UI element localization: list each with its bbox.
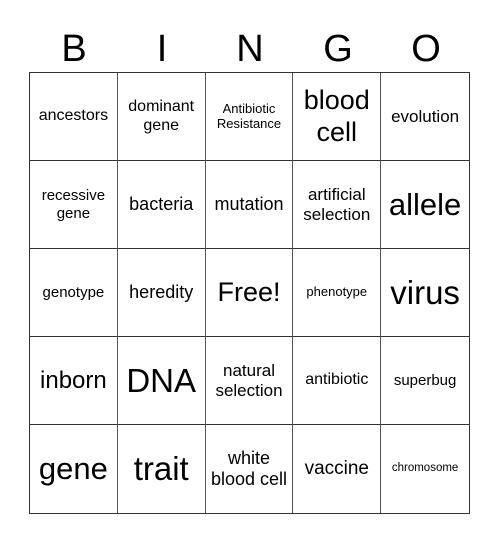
cell-text: heredity [129,282,194,303]
bingo-cell[interactable]: natural selection [205,337,294,425]
cell-text: vaccine [304,458,369,480]
header-letter-b: B [61,28,87,70]
bingo-cell[interactable]: gene [30,425,118,513]
cell-text: virus [390,273,460,311]
header-letter-o: O [411,28,441,70]
cell-text: Free! [217,276,281,307]
bingo-cell[interactable]: blood cell [293,73,382,161]
cell-text: dominant gene [128,98,195,134]
bingo-cell[interactable]: genotype [30,249,118,337]
cell-text: artificial selection [303,184,371,224]
cell-text: recessive gene [41,187,106,222]
cell-text: superbug [393,371,457,389]
bingo-cell[interactable]: heredity [117,249,206,337]
bingo-grid: ancestors dominant gene Antibiotic Resista… [29,72,470,514]
cell-text: phenotype [306,284,368,300]
bingo-cell[interactable]: inborn [30,337,118,425]
bingo-cell[interactable]: evolution [381,73,469,161]
bingo-cell[interactable]: Free! [205,249,294,337]
cell-text: trait [133,450,189,488]
bingo-header: B I N G O [30,26,470,72]
cell-text: antibiotic [305,371,369,389]
cell-text: white blood cell [210,448,288,489]
cell-text: gene [38,451,108,487]
bingo-cell[interactable]: recessive gene [30,161,118,249]
cell-text: blood cell [303,85,370,147]
cell-text: allele [388,186,462,222]
cell-text: inborn [40,366,107,394]
cell-text: bacteria [129,194,194,215]
bingo-cell[interactable]: trait [118,425,206,513]
header-letter-n: N [236,28,264,70]
bingo-cell[interactable]: phenotype [293,249,382,337]
cell-text: DNA [126,361,197,399]
bingo-cell[interactable]: DNA [117,337,206,425]
bingo-cell[interactable]: ancestors [30,73,118,161]
bingo-cell[interactable]: mutation [205,161,294,249]
cell-text: ancestors [38,107,109,125]
cell-text: chromosome [391,462,459,475]
bingo-cell[interactable]: artificial selection [293,161,382,249]
bingo-cell[interactable]: allele [381,161,469,249]
header-letter-i: I [156,28,168,70]
bingo-cell[interactable]: dominant gene [117,73,206,161]
bingo-cell[interactable]: bacteria [117,161,206,249]
cell-text: evolution [391,106,460,126]
bingo-cell[interactable]: virus [381,249,469,337]
bingo-cell[interactable]: superbug [381,337,469,425]
bingo-cell[interactable]: chromosome [381,425,469,513]
cell-text: genotype [42,283,105,301]
cell-text: Antibiotic Resistance [216,100,282,131]
bingo-cell[interactable]: white blood cell [206,425,294,513]
bingo-cell[interactable]: Antibiotic Resistance [205,73,294,161]
header-letter-g: G [323,28,353,70]
bingo-cell[interactable]: vaccine [293,425,382,513]
bingo-cell[interactable]: antibiotic [293,337,382,425]
cell-text: natural selection [215,360,283,400]
cell-text: mutation [214,194,284,215]
